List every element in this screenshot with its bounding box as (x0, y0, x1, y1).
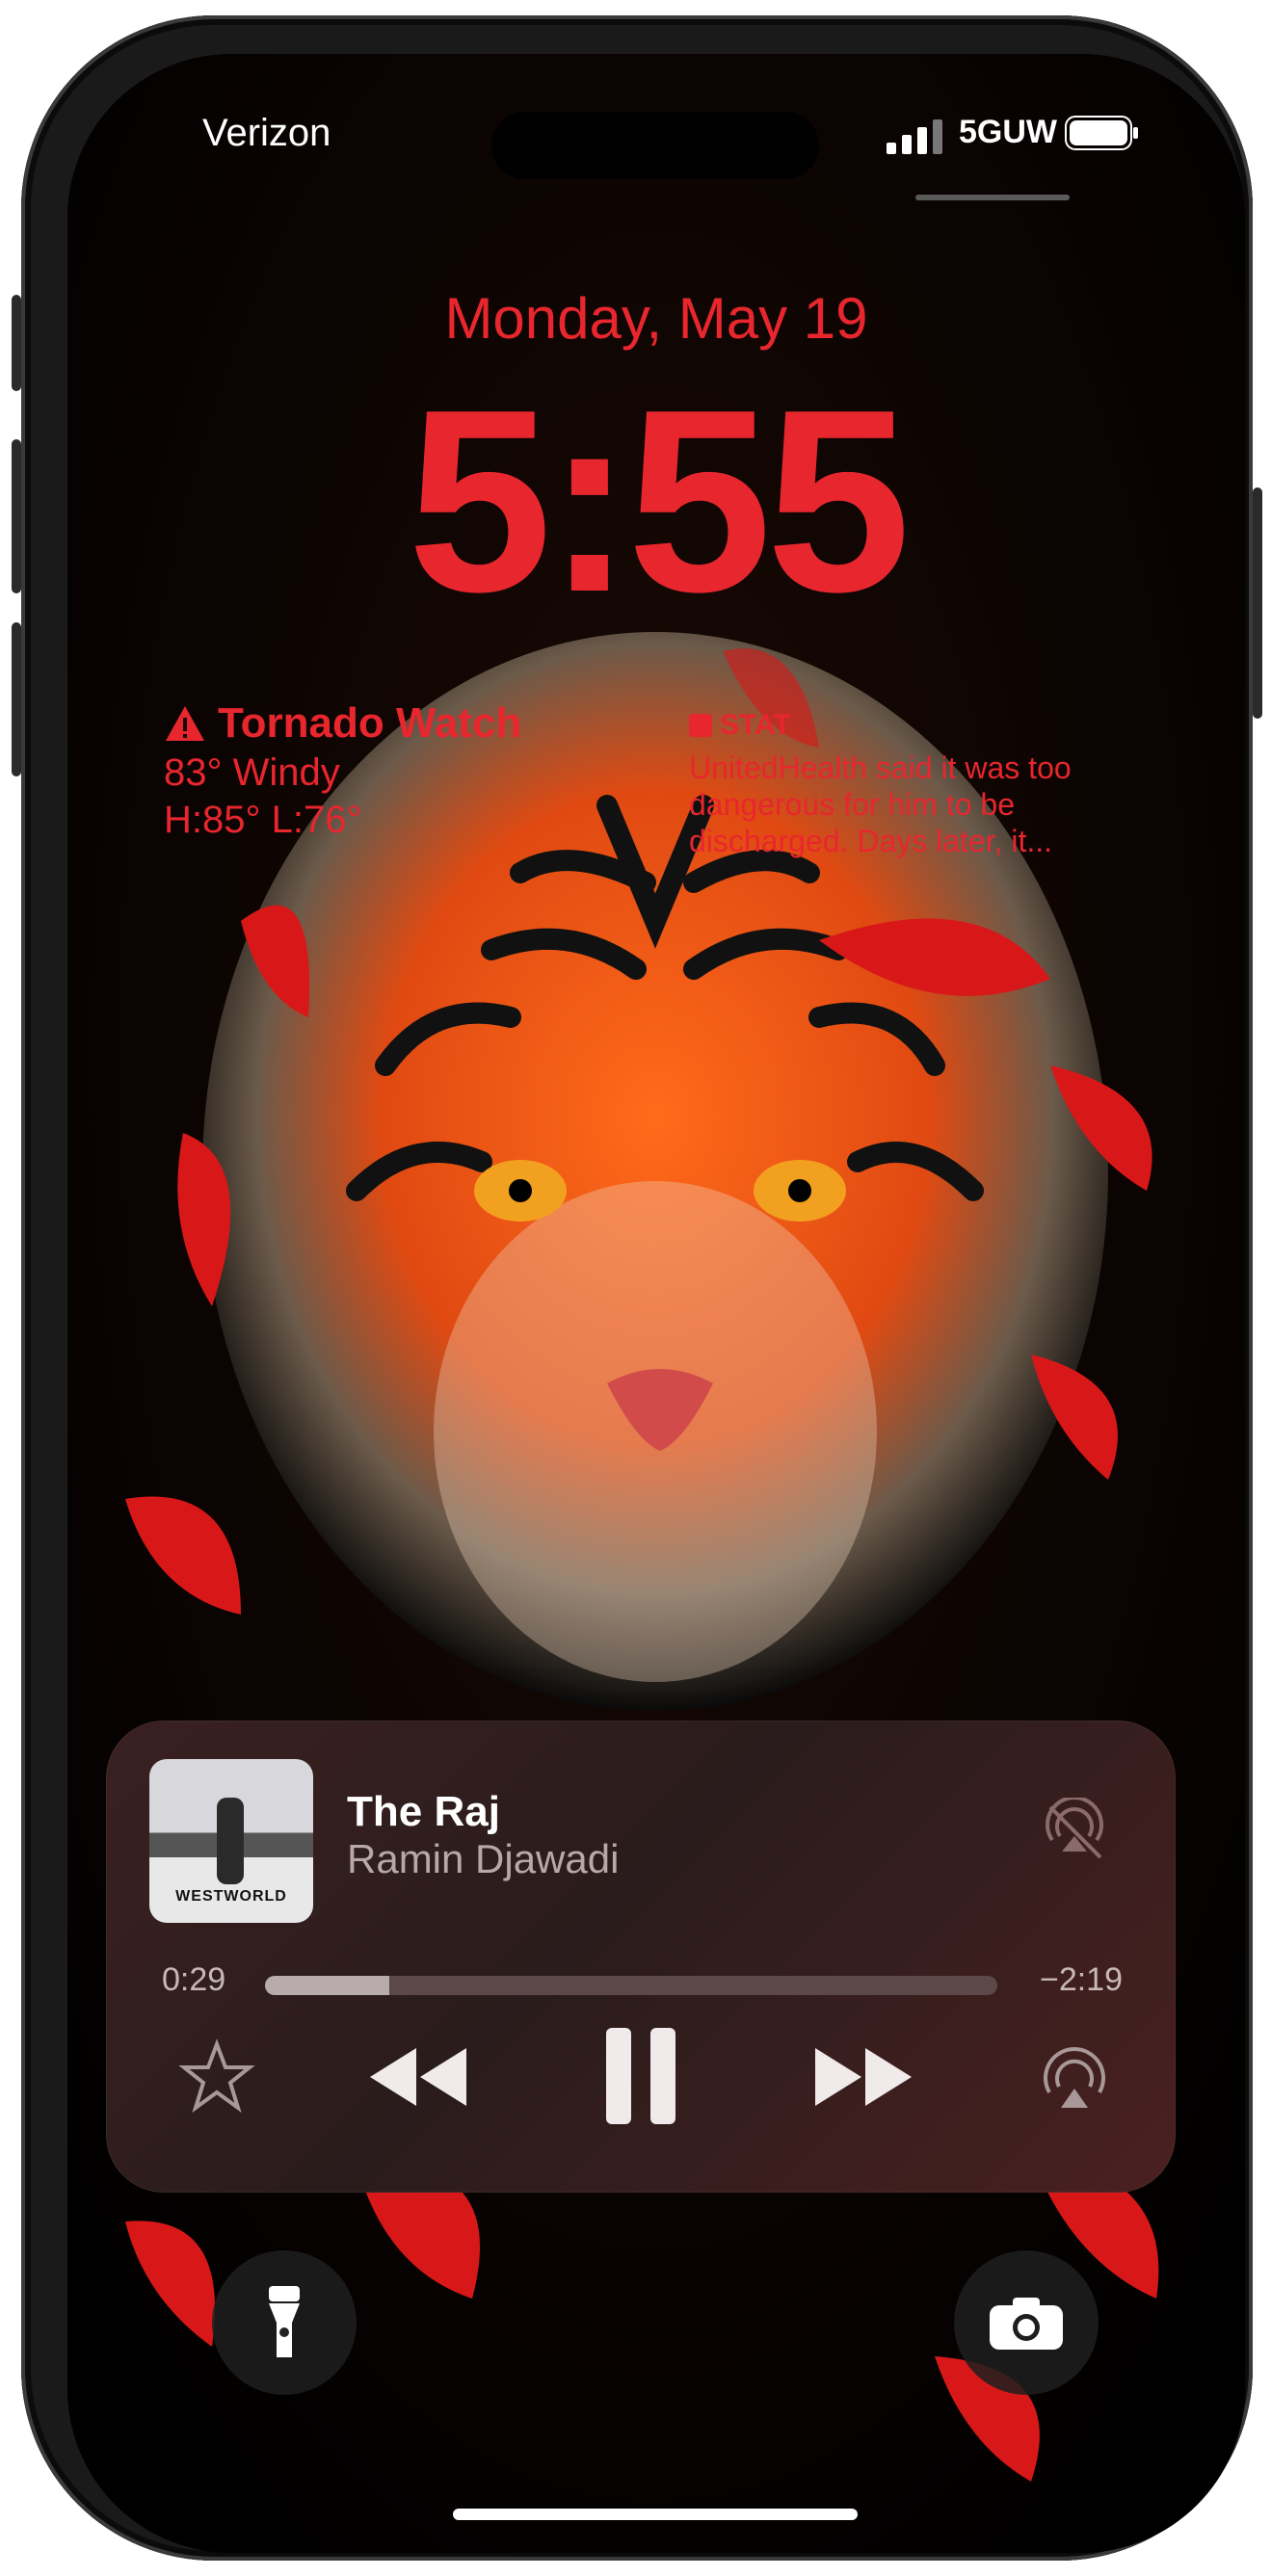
progress-bar[interactable] (265, 1976, 997, 1995)
flashlight-icon (269, 2286, 300, 2357)
flashlight-button[interactable] (212, 2250, 357, 2395)
weather-title-row: Tornado Watch (164, 699, 521, 748)
volume-up-button[interactable] (12, 439, 21, 593)
date-label: Monday, May 19 (444, 286, 868, 351)
now-playing-widget[interactable]: WESTWORLD The Raj Ramin Djawadi 0:29 −2:… (106, 1721, 1176, 2193)
network-label: 5GUW (959, 114, 1057, 150)
progress-fill (265, 1976, 390, 1995)
forward-icon[interactable] (809, 2043, 915, 2111)
battery-icon (1065, 116, 1138, 150)
news-source: STAT (720, 709, 791, 741)
album-art-title: WESTWORLD (175, 1888, 287, 1905)
weather-title: Tornado Watch (218, 699, 522, 747)
lock-screen: Verizon 5GUW Monday, May 19 5:55 Tornado… (67, 54, 1245, 2553)
news-icon (689, 714, 712, 737)
pause-icon[interactable] (602, 2024, 679, 2130)
warning-icon (166, 706, 204, 741)
news-widget[interactable]: STAT UnitedHealth said it was too danger… (689, 709, 1132, 859)
album-art-figure (217, 1798, 244, 1884)
elapsed-time: 0:29 (162, 1961, 226, 1998)
airplay-off-icon[interactable] (1041, 1798, 1108, 1865)
weather-widget[interactable]: Tornado Watch 83° Windy H:85° L:76° (164, 699, 521, 842)
volume-down-button[interactable] (12, 622, 21, 776)
weather-conditions: 83° Windy (164, 751, 340, 794)
carrier-label: Verizon (202, 112, 331, 154)
weather-high-low: H:85° L:76° (164, 799, 362, 841)
action-button[interactable] (12, 295, 21, 391)
clock: 5:55 (407, 356, 911, 646)
camera-icon (990, 2298, 1063, 2350)
artist-name: Ramin Djawadi (347, 1836, 620, 1881)
album-art[interactable]: WESTWORLD (149, 1759, 313, 1923)
dynamic-island (491, 112, 819, 179)
track-title: The Raj (347, 1788, 500, 1835)
camera-button[interactable] (954, 2250, 1099, 2395)
rewind-icon[interactable] (366, 2043, 472, 2111)
home-indicator[interactable] (453, 2509, 858, 2520)
status-indicator-line (915, 195, 1070, 200)
news-headline: UnitedHealth said it was too dangerous f… (689, 750, 1072, 858)
signal-icon (887, 119, 942, 154)
news-source-row: STAT (689, 709, 1132, 742)
star-icon[interactable] (178, 2038, 255, 2116)
airplay-icon[interactable] (1036, 2038, 1113, 2116)
remaining-time: −2:19 (1039, 1961, 1123, 1998)
power-button[interactable] (1253, 487, 1262, 719)
